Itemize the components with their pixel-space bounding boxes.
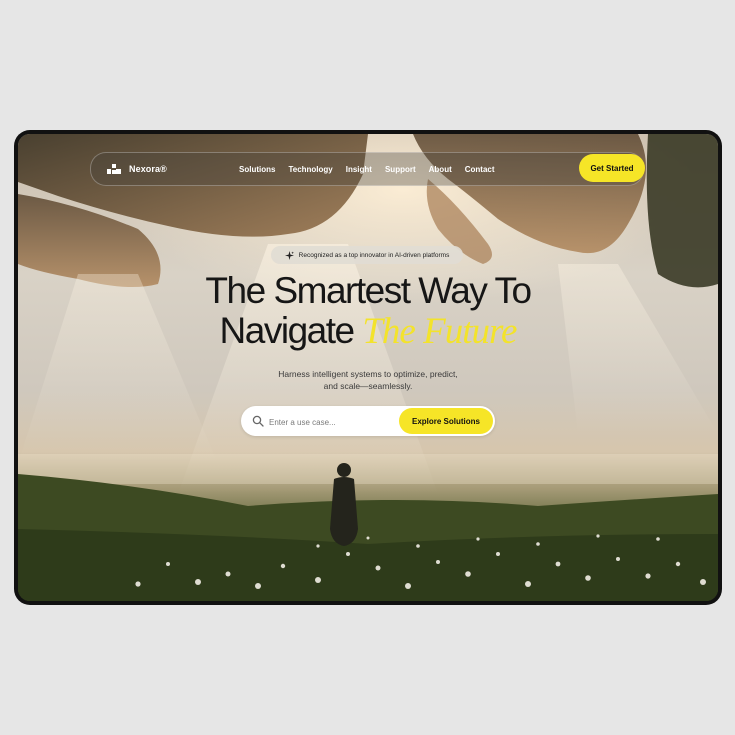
- recognition-badge: Recognized as a top innovator in AI-driv…: [271, 246, 463, 264]
- nav-item-about[interactable]: About: [429, 165, 452, 174]
- use-case-search-bar: Explore Solutions: [241, 406, 495, 436]
- sparkle-icon: [284, 250, 294, 260]
- brand-logo[interactable]: Nexora®: [107, 164, 167, 174]
- hero-headline: The Smartest Way To Navigate The Future: [18, 271, 718, 352]
- brand-name: Nexora®: [129, 164, 167, 174]
- navbar: Nexora® Solutions Technology Insight Sup…: [90, 152, 645, 186]
- browser-frame: Nexora® Solutions Technology Insight Sup…: [14, 130, 722, 605]
- nav-menu: Solutions Technology Insight Support Abo…: [239, 165, 495, 174]
- headline-line-2: Navigate The Future: [18, 311, 718, 352]
- nexora-logo-icon: [107, 164, 121, 174]
- nav-item-support[interactable]: Support: [385, 165, 416, 174]
- search-icon: [252, 415, 264, 427]
- get-started-button[interactable]: Get Started: [579, 154, 645, 182]
- nav-item-technology[interactable]: Technology: [288, 165, 332, 174]
- use-case-input[interactable]: [267, 411, 391, 433]
- nav-item-solutions[interactable]: Solutions: [239, 165, 275, 174]
- hero-subtitle: Harness intelligent systems to optimize,…: [18, 368, 718, 392]
- nav-item-insight[interactable]: Insight: [346, 165, 372, 174]
- subtitle-line-2: and scale—seamlessly.: [323, 381, 413, 391]
- hero-screen: Nexora® Solutions Technology Insight Sup…: [18, 134, 718, 601]
- headline-word: Navigate: [219, 310, 356, 351]
- nav-item-contact[interactable]: Contact: [465, 165, 495, 174]
- headline-accent: The Future: [362, 311, 517, 352]
- explore-solutions-button[interactable]: Explore Solutions: [399, 408, 493, 434]
- subtitle-line-1: Harness intelligent systems to optimize,…: [278, 369, 458, 379]
- badge-text: Recognized as a top innovator in AI-driv…: [298, 251, 450, 259]
- headline-line-1: The Smartest Way To: [205, 270, 532, 311]
